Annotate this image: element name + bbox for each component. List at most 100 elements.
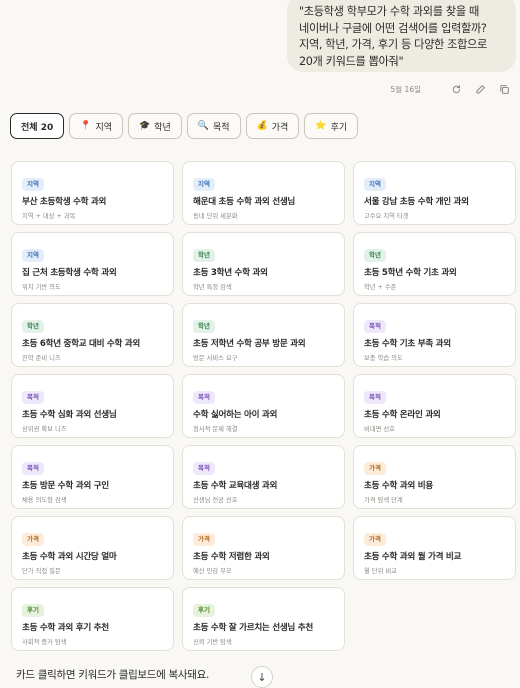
category-tag: 후기 — [193, 604, 215, 617]
category-tag: 지역 — [22, 249, 44, 262]
keyword-text: 초등 수학 기초 부족 과외 — [364, 339, 451, 349]
keyword-note: 방문 서비스 요구 — [193, 355, 238, 362]
keyword-card[interactable]: 학년초등 저학년 수학 공부 방문 과외방문 서비스 요구 — [182, 303, 345, 367]
category-tag: 가격 — [193, 533, 215, 546]
keyword-card[interactable]: 가격 초등 수학 과외 시간당 얼마 단가 직접 질문 — [11, 516, 174, 580]
keyword-note: 학년 특정 검색 — [193, 284, 232, 291]
arrow-down-icon: ↓ — [257, 670, 267, 684]
keyword-note: 진학 준비 니즈 — [22, 355, 61, 362]
keyword-text: 초등 수학 잘 가르치는 선생님 추천 — [193, 623, 313, 633]
keyword-text: 초등 수학 과외 월 가격 비교 — [364, 552, 462, 562]
filter-label: 목적 — [213, 122, 230, 133]
category-tag: 목적 — [22, 391, 44, 404]
category-tag: 가격 — [364, 533, 386, 546]
filter-price-button[interactable]: 💰 가격 — [245, 113, 300, 139]
category-tag: 목적 — [364, 391, 386, 404]
money-bag-icon: 💰 — [256, 120, 268, 131]
filter-label: 학년 — [154, 122, 171, 133]
keyword-note: 학년 + 수준 — [364, 284, 397, 291]
magnifier-icon: 🔍 — [197, 120, 209, 131]
star-icon: ⭐ — [315, 120, 327, 131]
keyword-card[interactable]: 학년초등 3학년 수학 과외학년 특정 검색 — [182, 232, 345, 296]
filter-purpose-button[interactable]: 🔍 목적 — [186, 113, 241, 139]
filter-label: 전체 20 — [21, 122, 54, 133]
keyword-card[interactable]: 학년 초등 6학년 중학교 대비 수학 과외 진학 준비 니즈 — [11, 303, 174, 367]
keyword-note: 동네 단위 세분화 — [193, 213, 238, 220]
keyword-note: 고수요 지역 타겟 — [364, 213, 409, 220]
keyword-text: 부산 초등학생 수학 과외 — [22, 197, 107, 207]
keyword-text: 집 근처 초등학생 수학 과외 — [22, 268, 117, 278]
keyword-card[interactable]: 목적 초등 방문 수학 과외 구인 채용 의도형 검색 — [11, 445, 174, 509]
keyword-note: 월 단위 비교 — [364, 568, 397, 575]
category-tag: 지역 — [22, 178, 44, 191]
keyword-card[interactable]: 지역해운대 초등 수학 과외 선생님동네 단위 세분화 — [182, 161, 345, 225]
keyword-note: 신뢰 기반 탐색 — [193, 639, 232, 646]
keyword-card[interactable]: 후기초등 수학 잘 가르치는 선생님 추천신뢰 기반 탐색 — [182, 587, 345, 651]
keyword-text: 초등 수학 교육대생 과외 — [193, 481, 278, 491]
keyword-card[interactable]: 목적수학 싫어하는 아이 과외정서적 문제 해결 — [182, 374, 345, 438]
keyword-card[interactable]: 목적 초등 수학 온라인 과외 비대면 선호 — [353, 374, 516, 438]
keyword-card[interactable]: 지역서울 강남 초등 수학 개인 과외고수요 지역 타겟 — [353, 161, 516, 225]
pin-icon: 📍 — [80, 120, 92, 131]
category-tag: 가격 — [364, 462, 386, 475]
keyword-note: 정서적 문제 해결 — [193, 426, 238, 433]
keyword-text: 초등 수학 과외 후기 추천 — [22, 623, 109, 633]
keyword-note: 선생님 전공 선호 — [193, 497, 238, 504]
scroll-down-button[interactable]: ↓ — [251, 666, 273, 688]
keyword-text: 초등 저학년 수학 공부 방문 과외 — [193, 339, 306, 349]
filter-bar: 전체 20 📍 지역 🎓 학년 🔍 목적 💰 가격 ⭐ 후기 — [10, 113, 359, 139]
keyword-card[interactable]: 목적초등 수학 교육대생 과외선생님 전공 선호 — [182, 445, 345, 509]
keyword-card[interactable]: 가격 초등 수학 과외 비용 가격 탐색 단계 — [353, 445, 516, 509]
filter-all-button[interactable]: 전체 20 — [10, 113, 65, 139]
keyword-note: 가격 탐색 단계 — [364, 497, 403, 504]
keyword-note: 사회적 증거 탐색 — [22, 639, 67, 646]
keyword-card[interactable]: 목적초등 수학 기초 부족 과외보충 학습 의도 — [353, 303, 516, 367]
keyword-card[interactable]: 학년초등 5학년 수학 기초 과외학년 + 수준 — [353, 232, 516, 296]
retry-icon[interactable] — [450, 83, 462, 95]
keyword-text: 서울 강남 초등 수학 개인 과외 — [364, 197, 469, 207]
keyword-note: 위치 기반 의도 — [22, 284, 61, 291]
keyword-card[interactable]: 가격초등 수학 과외 월 가격 비교월 단위 비교 — [353, 516, 516, 580]
keyword-card[interactable]: 지역집 근처 초등학생 수학 과외위치 기반 의도 — [11, 232, 174, 296]
keyword-note: 단가 직접 질문 — [22, 568, 61, 575]
filter-review-button[interactable]: ⭐ 후기 — [304, 113, 359, 139]
footer-hint: 카드 클릭하면 키워드가 클립보드에 복사돼요. — [16, 669, 210, 681]
keyword-note: 채용 의도형 검색 — [22, 497, 67, 504]
keyword-card-grid: 지역 부산 초등학생 수학 과외 지역 + 대상 + 과목 지역 해운대 초등 수학 과… — [11, 161, 516, 651]
keyword-text: 초등 3학년 수학 과외 — [193, 268, 268, 278]
keyword-text: 초등 수학 온라인 과외 — [364, 410, 441, 420]
keyword-card[interactable]: 지역부산 초등학생 수학 과외지역 + 대상 + 과목 — [11, 161, 174, 225]
keyword-note: 보충 학습 의도 — [364, 355, 403, 362]
keyword-card[interactable]: 목적초등 수학 심화 과외 선생님상위권 확보 니즈 — [11, 374, 174, 438]
keyword-text: 초등 수학 심화 과외 선생님 — [22, 410, 117, 420]
keyword-text: 초등 6학년 중학교 대비 수학 과외 — [22, 339, 141, 349]
keyword-note: 상위권 확보 니즈 — [22, 426, 67, 433]
filter-label: 지역 — [95, 122, 112, 133]
filter-label: 후기 — [330, 122, 348, 133]
keyword-text: 초등 방문 수학 과외 구인 — [22, 481, 109, 491]
keyword-note: 지역 + 대상 + 과목 — [22, 213, 76, 220]
category-tag: 학년 — [193, 320, 215, 333]
keyword-card[interactable]: 가격초등 수학 저렴한 과외예산 민감 부모 — [182, 516, 345, 580]
category-tag: 학년 — [193, 249, 215, 262]
keyword-card[interactable]: 후기초등 수학 과외 후기 추천사회적 증거 탐색 — [11, 587, 174, 651]
category-tag: 목적 — [193, 462, 215, 475]
keyword-note: 예산 민감 부모 — [193, 568, 232, 575]
category-tag: 지역 — [364, 178, 386, 191]
message-date: 5월 16일 — [390, 84, 422, 94]
copy-icon[interactable] — [498, 83, 510, 95]
filter-grade-button[interactable]: 🎓 학년 — [128, 113, 182, 139]
message-meta-row: 5월 16일 — [391, 82, 511, 96]
keyword-text: 초등 5학년 수학 기초 과외 — [364, 268, 457, 278]
category-tag: 지역 — [193, 178, 215, 191]
category-tag: 목적 — [193, 391, 215, 404]
keyword-text: 해운대 초등 수학 과외 선생님 — [193, 197, 296, 207]
category-tag: 후기 — [22, 604, 44, 617]
filter-region-button[interactable]: 📍 지역 — [69, 113, 123, 139]
keyword-text: 수학 싫어하는 아이 과외 — [193, 410, 278, 420]
filter-label: 가격 — [271, 122, 289, 133]
edit-icon[interactable] — [474, 83, 486, 95]
category-tag: 학년 — [364, 249, 386, 262]
category-tag: 목적 — [364, 320, 386, 333]
keyword-text: 초등 수학 저렴한 과외 — [193, 552, 270, 562]
